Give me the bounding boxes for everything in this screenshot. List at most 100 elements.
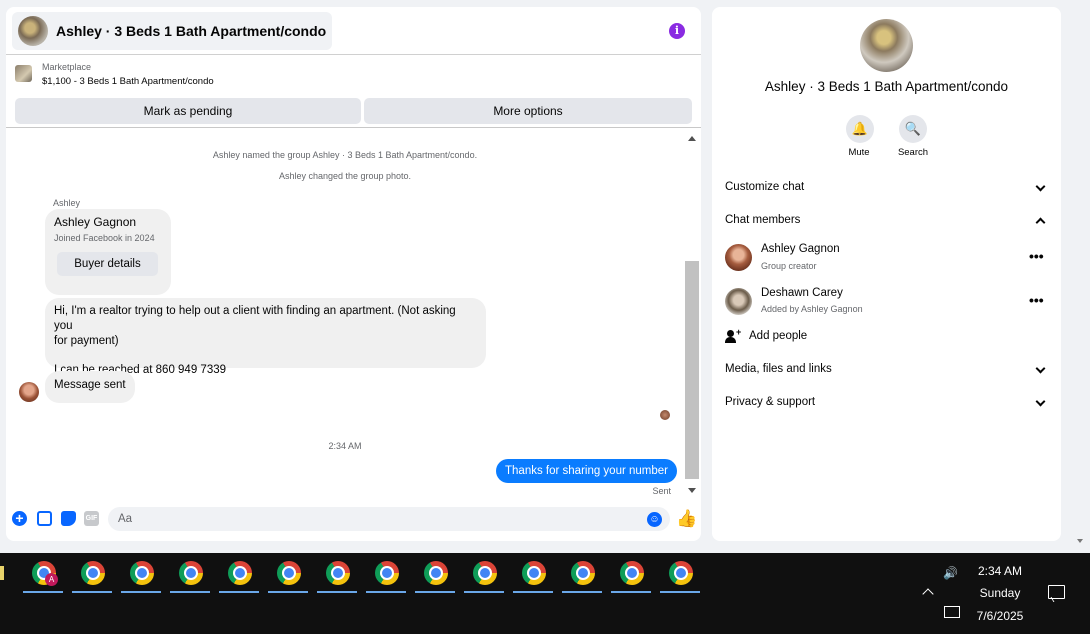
clock-day[interactable]: Sunday [960, 586, 1040, 600]
member-options-icon[interactable]: ••• [1029, 248, 1044, 264]
member-role: Added by Ashley Gagnon [761, 304, 863, 314]
member-avatar[interactable] [725, 288, 752, 315]
section-media-files-links[interactable]: Media, files and links [725, 363, 832, 375]
message-line: Hi, I'm a realtor trying to help out a c… [54, 305, 456, 332]
mute-button[interactable]: 🔔 [846, 115, 874, 143]
member-name[interactable]: Ashley Gagnon [761, 243, 840, 255]
chevron-down-icon[interactable] [1035, 396, 1046, 407]
plus-icon[interactable]: + [12, 511, 27, 526]
volume-icon[interactable]: 🔊 [943, 567, 959, 579]
taskbar-app-chrome[interactable] [219, 558, 259, 593]
windows-taskbar: A 🔊 2:34 AM Sunday 7/6/2025 [0, 553, 1090, 634]
info-icon[interactable]: i [669, 23, 685, 39]
message-list: Ashley named the group Ashley · 3 Beds 1… [6, 129, 701, 497]
member-role: Group creator [761, 261, 817, 271]
search-label: Search [897, 147, 929, 158]
taskbar-app-chrome[interactable] [660, 558, 700, 593]
add-person-icon[interactable]: + [725, 327, 741, 344]
profile-card: Ashley Gagnon Joined Facebook in 2024 Bu… [45, 209, 171, 295]
message-scrollbar[interactable] [685, 133, 699, 497]
running-indicator [660, 591, 700, 593]
incoming-message[interactable]: Hi, I'm a realtor trying to help out a c… [45, 298, 486, 376]
taskbar-app-chrome[interactable] [611, 558, 651, 593]
taskbar-app-chrome[interactable] [121, 558, 161, 593]
sticker-icon[interactable] [61, 511, 76, 526]
member-name[interactable]: Deshawn Carey [761, 287, 843, 299]
conversation-info-panel: Ashley · 3 Beds 1 Bath Apartment/condo 🔔… [712, 7, 1061, 541]
profile-badge: A [45, 573, 58, 586]
chrome-icon [669, 561, 693, 585]
outgoing-message[interactable]: Thanks for sharing your number [496, 459, 677, 483]
chrome-icon [375, 561, 399, 585]
marketplace-listing[interactable]: Marketplace $1,100 - 3 Beds 1 Bath Apart… [6, 55, 701, 95]
bell-icon: 🔔 [851, 121, 869, 136]
running-indicator [121, 591, 161, 593]
gif-icon[interactable]: GIF [84, 511, 99, 526]
member-avatar[interactable] [725, 244, 752, 271]
chrome-icon [228, 561, 252, 585]
chrome-icon [179, 561, 203, 585]
scrollbar-thumb[interactable] [685, 261, 699, 479]
network-icon[interactable] [944, 606, 960, 618]
sender-avatar[interactable] [19, 382, 39, 402]
listing-summary: $1,100 - 3 Beds 1 Bath Apartment/condo [42, 76, 214, 87]
taskbar-app-chrome[interactable] [415, 558, 455, 593]
taskbar-app-chrome[interactable] [366, 558, 406, 593]
chrome-icon [130, 561, 154, 585]
show-hidden-icons-icon[interactable] [922, 588, 934, 600]
taskbar-app-chrome[interactable] [464, 558, 504, 593]
running-indicator [513, 591, 553, 593]
running-indicator [366, 591, 406, 593]
photo-icon[interactable] [37, 511, 52, 526]
seen-indicator-avatar [660, 410, 670, 420]
member-options-icon[interactable]: ••• [1029, 292, 1044, 308]
message-timestamp: 2:34 AM [328, 441, 362, 451]
listing-source: Marketplace [42, 62, 92, 72]
running-indicator [464, 591, 504, 593]
incoming-message[interactable]: Message sent [45, 371, 135, 403]
scroll-up-icon[interactable] [688, 136, 696, 141]
running-indicator [415, 591, 455, 593]
taskbar-app-chrome[interactable] [72, 558, 112, 593]
page-scroll-down-icon[interactable] [1077, 539, 1083, 543]
message-input[interactable]: Aa [108, 507, 670, 531]
clock-time[interactable]: 2:34 AM [960, 564, 1040, 578]
add-people-button[interactable]: Add people [749, 330, 807, 342]
thumbs-up-icon[interactable]: 👍 [676, 510, 697, 527]
chrome-icon [277, 561, 301, 585]
notifications-icon[interactable] [1048, 585, 1065, 599]
sender-label: Ashley [53, 198, 81, 208]
chat-title-button[interactable]: Ashley · 3 Beds 1 Bath Apartment/condo [12, 12, 333, 50]
taskbar-app-chrome[interactable] [317, 558, 357, 593]
chat-panel: Ashley · 3 Beds 1 Bath Apartment/condo i… [6, 7, 701, 541]
running-indicator [611, 591, 651, 593]
system-message: Ashley changed the group photo. [278, 171, 412, 181]
mark-as-pending-button[interactable]: Mark as pending [15, 98, 361, 124]
taskbar-app-chrome[interactable] [170, 558, 210, 593]
taskbar-app-chrome[interactable] [562, 558, 602, 593]
section-privacy-support[interactable]: Privacy & support [725, 396, 815, 408]
chat-title: Ashley · 3 Beds 1 Bath Apartment/condo [56, 23, 327, 39]
more-options-button[interactable]: More options [364, 98, 692, 124]
listing-actions: Mark as pending More options [6, 95, 701, 128]
scroll-down-icon[interactable] [688, 488, 696, 493]
running-indicator [170, 591, 210, 593]
chevron-down-icon[interactable] [1035, 363, 1046, 374]
chevron-down-icon[interactable] [1035, 181, 1046, 192]
buyer-details-button[interactable]: Buyer details [57, 252, 158, 276]
profile-joined: Joined Facebook in 2024 [54, 233, 155, 243]
clock-date[interactable]: 7/6/2025 [960, 609, 1040, 623]
section-chat-members[interactable]: Chat members [725, 214, 800, 226]
section-customize-chat[interactable]: Customize chat [725, 181, 804, 193]
conversation-title: Ashley · 3 Beds 1 Bath Apartment/condo [764, 79, 1009, 94]
listing-thumbnail [15, 65, 32, 82]
taskbar-app-chrome[interactable] [268, 558, 308, 593]
running-indicator [562, 591, 602, 593]
group-photo-large[interactable] [860, 19, 913, 72]
search-button[interactable]: 🔍 [899, 115, 927, 143]
chrome-icon [81, 561, 105, 585]
taskbar-app-chrome[interactable] [513, 558, 553, 593]
emoji-icon[interactable]: ☺ [647, 512, 662, 527]
chevron-up-icon[interactable] [1035, 217, 1046, 228]
taskbar-app-chrome[interactable]: A [23, 558, 63, 593]
